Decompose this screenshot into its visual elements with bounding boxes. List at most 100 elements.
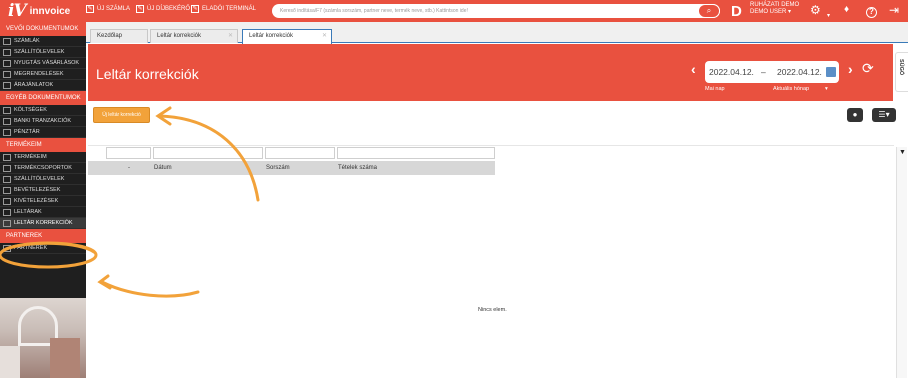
tab-bar: Kezdőlap Leltár korrekciók ✕ Leltár korr… [86, 22, 908, 44]
bell-icon[interactable]: ♦ [844, 2, 849, 18]
gear-icon[interactable]: ⚙ [810, 2, 821, 18]
refresh-icon[interactable]: ⟳ [862, 60, 874, 77]
sidebar-section-products[interactable]: TERMÉKEIM [0, 138, 86, 152]
date-separator: – [761, 67, 766, 77]
clipboard-icon [3, 219, 11, 227]
sidebar-item-orders[interactable]: MEGRENDELÉSEK [0, 69, 86, 80]
logo-mark: iV [8, 1, 27, 21]
sidebar-item-expenses[interactable]: KÖLTSÉGEK [0, 105, 86, 116]
tab-label: Leltár korrekciók [157, 33, 202, 39]
new-inventory-correction-button[interactable]: Új leltár korrekció [93, 107, 150, 123]
sidebar-item-stock-out[interactable]: KIVÉTELEZÉSEK [0, 196, 86, 207]
sidebar-item-stock-in[interactable]: BEVÉTELEZÉSEK [0, 185, 86, 196]
column-header[interactable]: - [128, 165, 130, 171]
sidebar-item-cash[interactable]: PÉNZTÁR [0, 127, 86, 138]
sidebar-section-other-docs[interactable]: EGYÉB DOKUMENTUMOK [0, 91, 86, 105]
sidebar-item-label: LELTÁR KORREKCIÓK [14, 220, 73, 226]
tab-home[interactable]: Kezdőlap [90, 29, 148, 43]
arrow-down-icon[interactable]: ▼ [899, 149, 906, 156]
list-view-button[interactable]: ☰▾ [872, 108, 896, 122]
sidebar-item-invoices[interactable]: SZÁMLÁK [0, 36, 86, 47]
avatar[interactable]: D [731, 3, 742, 20]
date-filter-input[interactable] [153, 147, 263, 159]
sidebar-section-partners[interactable]: PARTNEREK [0, 229, 86, 243]
sidebar-item-label: SZÁLLÍTÓLEVELEK [14, 176, 65, 182]
sidebar-item-receipts[interactable]: NYUGTÁS VÁSÁRLÁSOK [0, 58, 86, 69]
tab-label: Leltár korrekciók [249, 33, 294, 39]
document-icon [3, 81, 11, 89]
table-header: - Dátum Sorszám Tételek száma [88, 161, 495, 175]
tab-inventory-corrections-2[interactable]: Leltár korrekciók ✕ [242, 29, 332, 44]
document-icon [3, 37, 11, 45]
sidebar-item-label: BEVÉTELEZÉSEK [14, 187, 61, 193]
scrollbar[interactable]: ▼ [896, 147, 907, 378]
preset-today[interactable]: Mai nap [705, 86, 725, 92]
photo-cloth [50, 338, 80, 378]
photo-cloth [0, 346, 20, 378]
column-header-number[interactable]: Sorszám [266, 165, 290, 171]
item-count-filter-input[interactable] [337, 147, 495, 159]
cash-icon [3, 128, 11, 136]
search-box: ⌕ [272, 4, 720, 18]
sidebar-item-partners[interactable]: PARTNEREK [0, 243, 86, 254]
column-header-date[interactable]: Dátum [154, 165, 172, 171]
sidebar-item-quotes[interactable]: ÁRAJÁNLATOK [0, 80, 86, 91]
filter-input[interactable] [106, 147, 151, 159]
chat-button[interactable]: ● [847, 108, 863, 122]
calendar-icon[interactable] [826, 67, 836, 77]
quick-new-invoice-label: ÚJ SZÁMLA [97, 6, 131, 12]
document-icon [3, 106, 11, 114]
column-header-item-count[interactable]: Tételek száma [338, 165, 377, 171]
sidebar-item-inventory-corrections[interactable]: LELTÁR KORREKCIÓK [0, 218, 86, 229]
edit-icon: ✎ [191, 5, 199, 13]
sidebar-item-label: PÉNZTÁR [14, 129, 40, 135]
sidebar-item-products[interactable]: TERMÉKEIM [0, 152, 86, 163]
close-icon[interactable]: ✕ [228, 30, 233, 43]
close-icon[interactable]: ✕ [322, 30, 327, 43]
preset-current-month[interactable]: Aktuális hónap [773, 86, 809, 92]
chevron-down-icon[interactable]: ▾ [825, 86, 828, 92]
date-range-picker[interactable]: 2022.04.12. – 2022.04.12. [705, 61, 839, 83]
empty-state: Nincs elem. [478, 307, 507, 313]
logout-icon[interactable]: ⇥ [889, 2, 899, 18]
help-glyph: ? [866, 7, 877, 18]
quick-seller-terminal[interactable]: ✎ ELADÓI TERMINÁL [191, 5, 256, 13]
sidebar-photo [0, 298, 86, 378]
sidebar-item-label: ÁRAJÁNLATOK [14, 82, 54, 88]
sidebar-item-label: TERMÉKCSOPORTOK [14, 165, 72, 171]
search-input[interactable] [272, 4, 702, 18]
sidebar-item-supplier-notes[interactable]: SZÁLLÍTÓLEVELEK [0, 174, 86, 185]
number-filter-input[interactable] [265, 147, 335, 159]
help-icon[interactable]: ? [866, 2, 877, 18]
edit-icon: ✎ [86, 5, 94, 13]
sidebar-item-label: MEGRENDELÉSEK [14, 71, 64, 77]
sidebar-item-label: BANKI TRANZAKCIÓK [14, 118, 72, 124]
sidebar-item-delivery-notes[interactable]: SZÁLLÍTÓLEVELEK [0, 47, 86, 58]
annotation-arrow [100, 280, 200, 298]
quick-new-proforma-label: ÚJ DÍJBEKÉRŐ [147, 6, 191, 12]
quick-new-invoice[interactable]: ✎ ÚJ SZÁMLA [86, 5, 130, 13]
user-company: RUHÁZATI DEMO [750, 2, 800, 8]
sidebar-item-bank[interactable]: BANKI TRANZAKCIÓK [0, 116, 86, 127]
chevron-left-icon[interactable]: ‹ [691, 61, 696, 77]
annotation-arrow-head [155, 106, 172, 126]
sidebar-item-label: SZÁMLÁK [14, 38, 40, 44]
chevron-right-icon[interactable]: › [848, 61, 853, 77]
tab-inventory-corrections-1[interactable]: Leltár korrekciók ✕ [150, 29, 238, 43]
page-title: Leltár korrekciók [96, 66, 199, 82]
sidebar-item-inventories[interactable]: LELTÁRAK [0, 207, 86, 218]
quick-new-proforma[interactable]: ✎ ÚJ DÍJBEKÉRŐ [136, 5, 190, 13]
logo[interactable]: iV innvoice [8, 1, 70, 21]
date-to: 2022.04.12. [777, 67, 822, 77]
top-bar: iV innvoice ✎ ÚJ SZÁMLA ✎ ÚJ DÍJBEKÉRŐ ✎… [0, 0, 908, 22]
sidebar-section-customer-docs[interactable]: VEVŐI DOKUMENTUMOK [0, 22, 86, 36]
search-button[interactable]: ⌕ [698, 4, 720, 18]
user-menu[interactable]: RUHÁZATI DEMO DEMO USER ▾ [750, 2, 799, 16]
help-side-tab-label: SÚGÓ [898, 59, 904, 76]
tab-label: Kezdőlap [97, 33, 123, 39]
help-side-tab[interactable]: SÚGÓ [895, 52, 908, 92]
list-icon: ☰▾ [878, 110, 890, 119]
sidebar-item-product-groups[interactable]: TERMÉKCSOPORTOK [0, 163, 86, 174]
sidebar-item-label: SZÁLLÍTÓLEVELEK [14, 49, 65, 55]
bank-icon [3, 117, 11, 125]
